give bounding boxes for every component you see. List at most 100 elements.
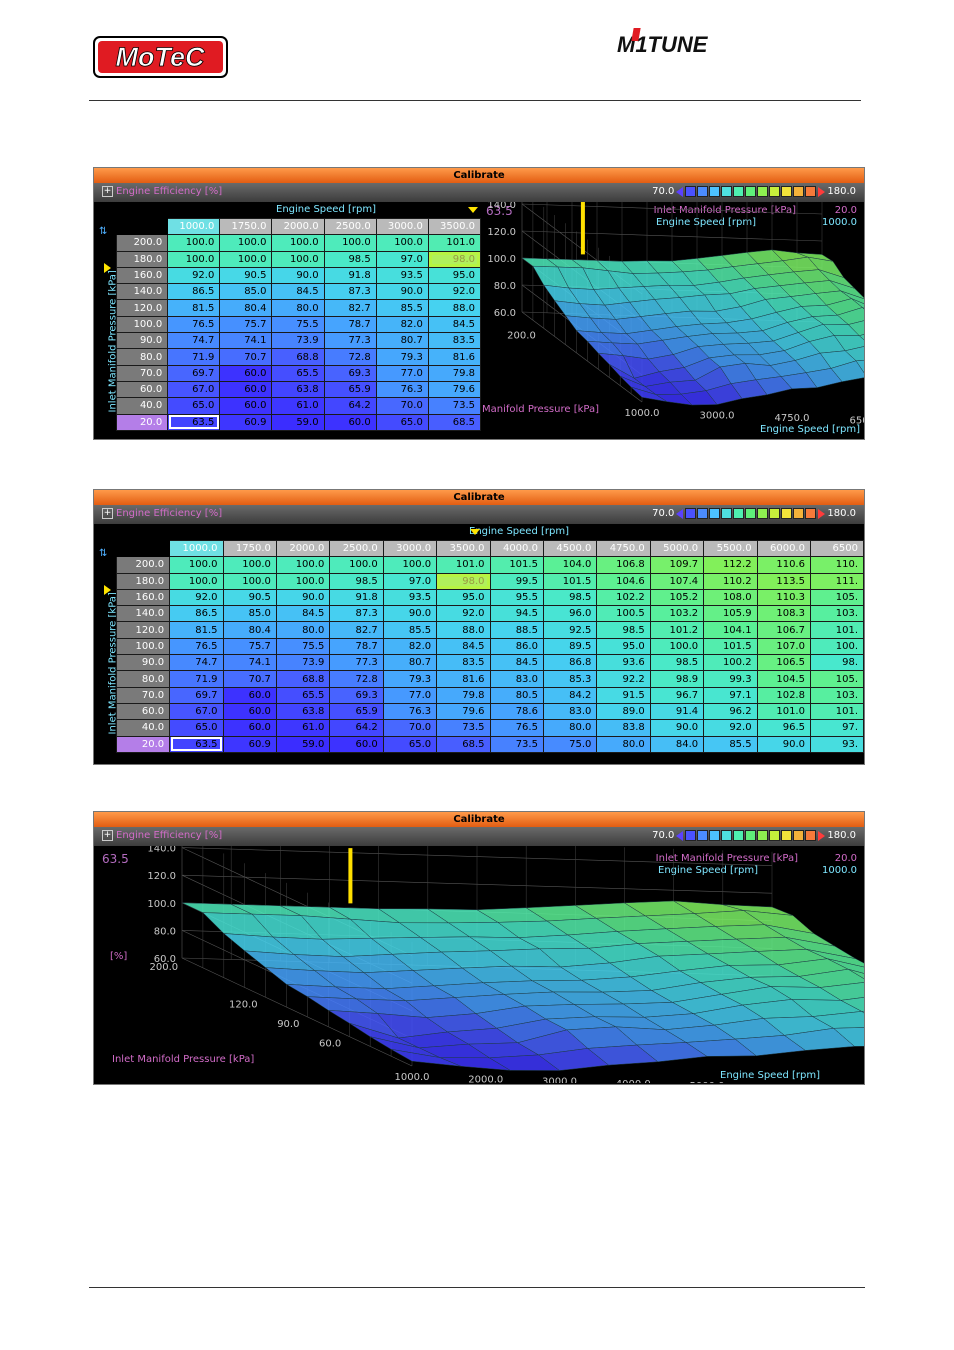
table-cell[interactable]: 100.0	[275, 556, 331, 574]
table-cell[interactable]: 68.5	[427, 413, 481, 431]
table-cell[interactable]: 75.5	[271, 315, 325, 334]
table-cell[interactable]: 106.8	[596, 556, 651, 574]
table-cell[interactable]: 90.0	[275, 588, 331, 607]
table-cell[interactable]: 81.5	[167, 299, 221, 317]
table-cell[interactable]: 100.0	[329, 556, 384, 574]
row-header[interactable]: 180.0	[115, 250, 169, 268]
column-header[interactable]: 2500.0	[329, 539, 384, 558]
table-cell[interactable]: 96.5	[756, 719, 811, 737]
table-cell[interactable]: 78.6	[489, 702, 544, 721]
table-cell[interactable]: 93.	[809, 735, 864, 753]
table-cell[interactable]: 84.5	[436, 637, 491, 656]
table-cell[interactable]: 74.7	[167, 332, 221, 350]
table-cell[interactable]: 85.5	[703, 735, 758, 753]
table-cell[interactable]: 84.0	[649, 735, 705, 753]
table-cell[interactable]: 59.0	[271, 413, 325, 431]
table-cell[interactable]: 78.7	[323, 315, 377, 334]
table-cell[interactable]: 92.2	[596, 670, 651, 688]
table-cell[interactable]: 90.5	[219, 266, 273, 285]
table-cell[interactable]: 95.0	[427, 266, 481, 285]
table-cell[interactable]: 98.5	[596, 621, 651, 639]
table-cell[interactable]: 104.1	[703, 621, 758, 639]
table-cell[interactable]: 98.	[809, 654, 864, 672]
table-cell[interactable]: 90.0	[382, 605, 438, 623]
map-table[interactable]: 1000.0 1750.0 2000.0 2500.0 3000.0 3500.0 200.…	[115, 217, 481, 431]
table-cell[interactable]: 79.3	[375, 348, 429, 366]
table-cell[interactable]: 80.0	[596, 735, 651, 753]
table-cell[interactable]: 82.0	[382, 637, 438, 656]
table-cell[interactable]: 64.2	[323, 397, 377, 415]
table-cell[interactable]: 100.0	[323, 234, 377, 252]
table-cell[interactable]: 63.8	[275, 702, 331, 721]
table-cell[interactable]: 75.7	[219, 315, 273, 334]
column-header[interactable]: 1750.0	[219, 217, 273, 236]
table-cell[interactable]: 80.4	[222, 621, 277, 639]
table-cell[interactable]: 65.0	[169, 719, 224, 737]
column-header[interactable]: 4500.0	[542, 539, 598, 558]
table-cell[interactable]: 60.9	[222, 735, 277, 753]
row-header[interactable]: 100.0	[115, 315, 169, 334]
table-name[interactable]: Engine Efficiency [%]	[116, 186, 222, 197]
table-cell[interactable]: 63.5	[167, 413, 221, 431]
table-cell[interactable]: 61.0	[271, 397, 325, 415]
table-cell[interactable]: 89.0	[596, 702, 651, 721]
axis-sort-icon[interactable]: ⇅	[99, 548, 107, 559]
table-cell[interactable]: 95.0	[596, 637, 651, 656]
table-cell[interactable]: 84.5	[489, 654, 544, 672]
table-cell[interactable]: 80.7	[382, 654, 438, 672]
table-cell[interactable]: 95.0	[436, 588, 491, 607]
table-cell[interactable]: 90.0	[375, 283, 429, 301]
table-cell[interactable]: 69.7	[169, 686, 224, 704]
row-header[interactable]: 60.0	[115, 380, 169, 399]
column-header[interactable]: 3500.0	[436, 539, 491, 558]
table-cell[interactable]: 92.0	[167, 266, 221, 285]
table-cell[interactable]: 100.0	[222, 556, 277, 574]
table-cell[interactable]: 80.0	[542, 719, 598, 737]
table-cell[interactable]: 101.5	[489, 556, 544, 574]
table-cell[interactable]: 93.5	[375, 266, 429, 285]
table-cell[interactable]: 93.6	[596, 654, 651, 672]
table-cell[interactable]: 105.	[809, 670, 864, 688]
table-cell[interactable]: 74.1	[222, 654, 277, 672]
table-cell[interactable]: 83.5	[427, 332, 481, 350]
table-cell[interactable]: 67.0	[167, 380, 221, 399]
row-header[interactable]: 70.0	[115, 364, 169, 382]
table-cell[interactable]: 100.0	[222, 572, 277, 590]
table-cell[interactable]: 98.5	[329, 572, 384, 590]
table-cell[interactable]: 60.0	[222, 686, 277, 704]
row-header[interactable]: 200.0	[115, 234, 169, 252]
column-header[interactable]: 3000.0	[382, 539, 438, 558]
table-cell[interactable]: 88.5	[489, 621, 544, 639]
column-header[interactable]: 5500.0	[703, 539, 758, 558]
table-cell[interactable]: 104.6	[596, 572, 651, 590]
table-cell[interactable]: 76.5	[167, 315, 221, 334]
table-cell[interactable]: 110.6	[756, 556, 811, 574]
table-cell[interactable]: 74.7	[169, 654, 224, 672]
table-cell[interactable]: 76.5	[489, 719, 544, 737]
table-cell[interactable]: 65.5	[275, 686, 331, 704]
table-cell[interactable]: 77.3	[323, 332, 377, 350]
table-name[interactable]: Engine Efficiency [%]	[116, 508, 222, 519]
column-header[interactable]: 1000.0	[167, 217, 221, 236]
table-cell[interactable]: 99.3	[703, 670, 758, 688]
table-cell[interactable]: 65.5	[271, 364, 325, 382]
table-cell[interactable]: 75.7	[222, 637, 277, 656]
table-cell[interactable]: 110.2	[703, 572, 758, 590]
table-cell[interactable]: 72.8	[329, 670, 384, 688]
table-cell[interactable]: 77.0	[375, 364, 429, 382]
row-header[interactable]: 180.0	[115, 572, 171, 590]
table-cell[interactable]: 101.0	[427, 234, 481, 252]
table-cell[interactable]: 64.2	[329, 719, 384, 737]
table-cell[interactable]: 79.8	[436, 686, 491, 704]
row-header[interactable]: 160.0	[115, 266, 169, 285]
table-cell[interactable]: 101.5	[703, 637, 758, 656]
table-cell[interactable]: 84.5	[271, 283, 325, 301]
table-cell[interactable]: 98.5	[649, 654, 705, 672]
table-cell[interactable]: 86.8	[542, 654, 598, 672]
table-cell[interactable]: 65.0	[167, 397, 221, 415]
table-cell[interactable]: 79.6	[436, 702, 491, 721]
expand-icon[interactable]: +	[102, 186, 113, 197]
table-cell[interactable]: 59.0	[275, 735, 331, 753]
table-cell[interactable]: 105.9	[703, 605, 758, 623]
table-cell[interactable]: 88.0	[436, 621, 491, 639]
